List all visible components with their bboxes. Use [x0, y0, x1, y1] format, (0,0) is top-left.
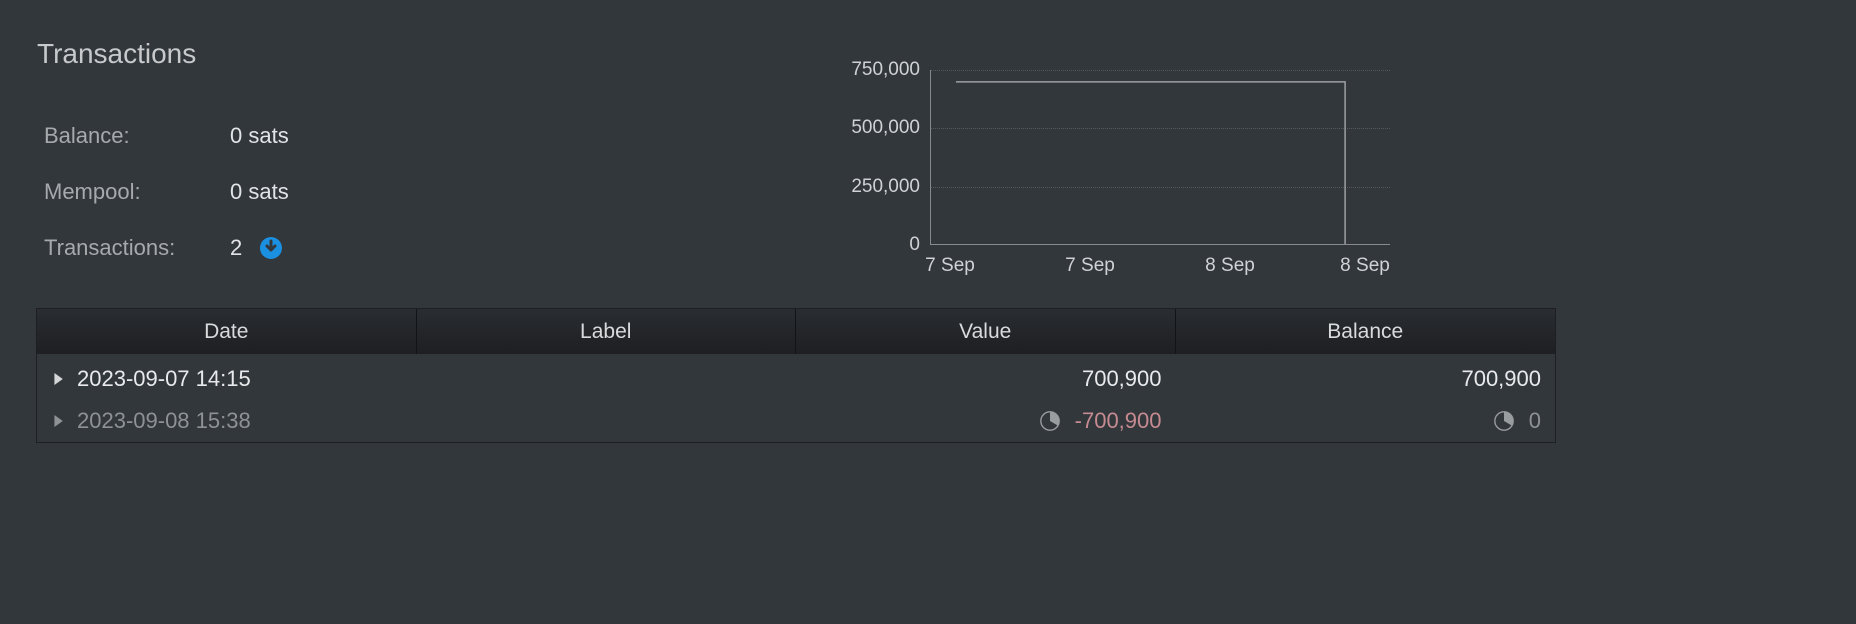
chart-x-tick: 8 Sep — [1205, 255, 1255, 277]
chart-y-tick: 0 — [810, 234, 920, 256]
chart-y-tick: 250,000 — [810, 176, 920, 198]
pie-chart-icon — [1039, 410, 1061, 432]
table-row[interactable]: 2023-09-08 15:38 -700,900 — [37, 400, 1555, 442]
expand-caret-icon[interactable] — [51, 414, 65, 428]
stat-balance-label: Balance: — [44, 123, 230, 149]
stat-transactions-value: 2 — [230, 235, 242, 261]
stat-balance-value: 0 sats — [230, 123, 289, 149]
stat-mempool-value: 0 sats — [230, 179, 289, 205]
cell-date: 2023-09-07 14:15 — [77, 366, 251, 392]
cell-balance: 0 — [1529, 408, 1541, 434]
stat-balance: Balance: 0 sats — [44, 108, 305, 164]
column-header-balance[interactable]: Balance — [1176, 309, 1556, 354]
cell-value: 700,900 — [1082, 366, 1162, 392]
chart-x-tick: 7 Sep — [925, 255, 975, 277]
transactions-table: Date Label Value Balance 2023-09-07 14:1… — [36, 308, 1556, 443]
stat-transactions: Transactions: 2 — [44, 220, 305, 276]
table-header: Date Label Value Balance — [37, 309, 1555, 354]
stats-block: Balance: 0 sats Mempool: 0 sats Transact… — [44, 108, 305, 276]
column-header-date[interactable]: Date — [37, 309, 417, 354]
balance-chart: 750,000 500,000 250,000 0 7 Sep 7 Sep 8 … — [810, 60, 1440, 290]
cell-date: 2023-09-08 15:38 — [77, 408, 251, 434]
download-icon[interactable] — [258, 235, 284, 261]
column-header-value[interactable]: Value — [796, 309, 1176, 354]
chart-x-tick: 7 Sep — [1065, 255, 1115, 277]
stat-mempool-label: Mempool: — [44, 179, 230, 205]
chart-y-tick: 500,000 — [810, 117, 920, 139]
chart-series-line — [931, 70, 1390, 244]
page-title: Transactions — [37, 38, 196, 70]
stat-mempool: Mempool: 0 sats — [44, 164, 305, 220]
stat-transactions-label: Transactions: — [44, 235, 230, 261]
pie-chart-icon — [1493, 410, 1515, 432]
chart-x-tick: 8 Sep — [1340, 255, 1390, 277]
cell-balance: 700,900 — [1461, 366, 1541, 392]
table-row[interactable]: 2023-09-07 14:15 700,900 700,900 — [37, 358, 1555, 400]
cell-value: -700,900 — [1075, 408, 1162, 434]
table-body: 2023-09-07 14:15 700,900 700,900 — [37, 354, 1555, 442]
chart-y-tick: 750,000 — [810, 59, 920, 81]
expand-caret-icon[interactable] — [51, 372, 65, 386]
chart-plot-area — [930, 70, 1390, 245]
column-header-label[interactable]: Label — [417, 309, 797, 354]
